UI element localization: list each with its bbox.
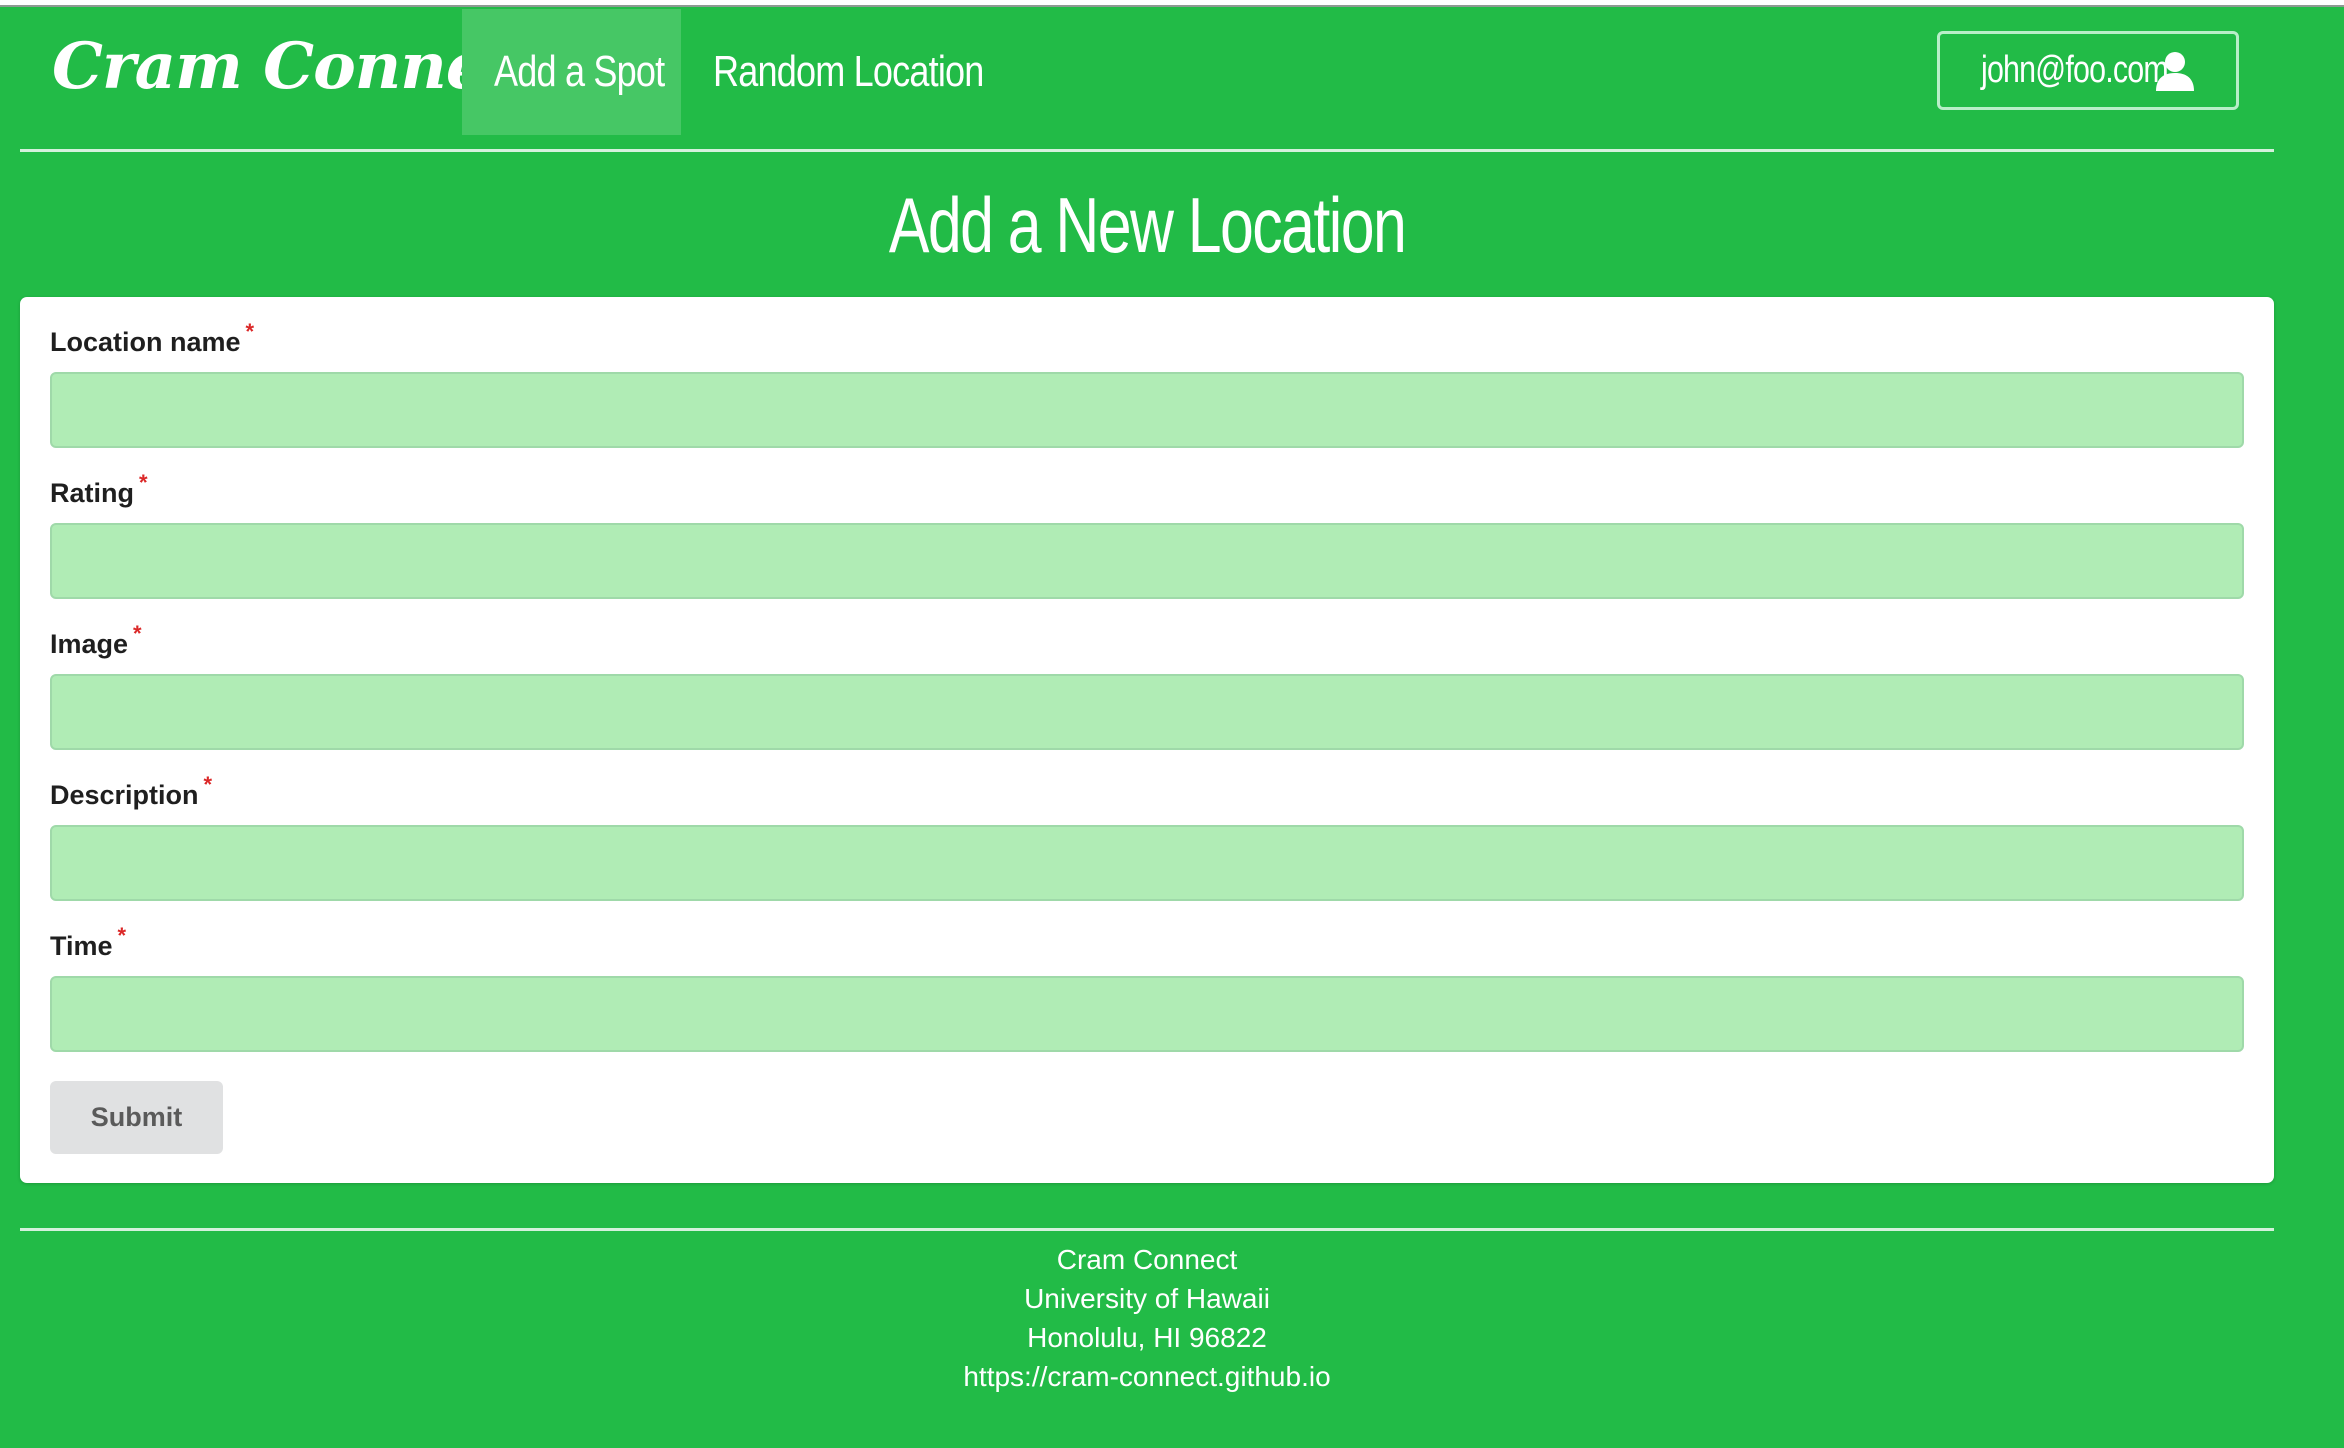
add-location-form: Location name * Rating * Image * Descriptio… (20, 297, 2274, 1183)
image-input[interactable] (50, 674, 2244, 750)
user-email: john@foo.com (1981, 49, 2169, 91)
location-name-input[interactable] (50, 372, 2244, 448)
location-name-label: Location name * (50, 319, 255, 362)
required-marker: * (133, 621, 142, 646)
image-label-text: Image (50, 629, 129, 659)
footer: Cram Connect University of Hawaii Honolu… (20, 1240, 2274, 1396)
time-label-text: Time (50, 931, 113, 961)
required-marker: * (245, 319, 255, 344)
rating-input[interactable] (50, 523, 2244, 599)
footer-url: https://cram-connect.github.io (963, 1361, 1331, 1392)
time-label: Time * (50, 923, 127, 966)
footer-university: University of Hawaii (1024, 1283, 1270, 1314)
image-label: Image * (50, 621, 142, 664)
user-menu-button[interactable]: john@foo.com (1937, 31, 2239, 110)
window-top-border (0, 5, 2344, 7)
required-marker: * (139, 470, 148, 495)
description-input[interactable] (50, 825, 2244, 901)
page-title-text: Add a New Location (888, 181, 1407, 269)
footer-divider (20, 1228, 2274, 1231)
rating-label: Rating * (50, 470, 148, 513)
nav-add-a-spot[interactable]: Add a Spot (494, 9, 665, 135)
required-marker: * (203, 772, 213, 797)
description-label: Description * (50, 772, 213, 815)
footer-app-name: Cram Connect (1056, 1244, 1238, 1275)
required-marker: * (117, 923, 127, 948)
time-input[interactable] (50, 976, 2244, 1052)
submit-button[interactable]: Submit (50, 1081, 223, 1154)
user-icon (2156, 52, 2194, 91)
description-label-text: Description (50, 780, 199, 810)
rating-label-text: Rating (50, 478, 134, 508)
page-title: Add a New Location (20, 170, 2274, 280)
nav-random-location[interactable]: Random Location (713, 9, 984, 135)
location-name-label-text: Location name (50, 327, 241, 357)
footer-address: Honolulu, HI 96822 (1027, 1322, 1267, 1353)
header-divider (20, 149, 2274, 152)
